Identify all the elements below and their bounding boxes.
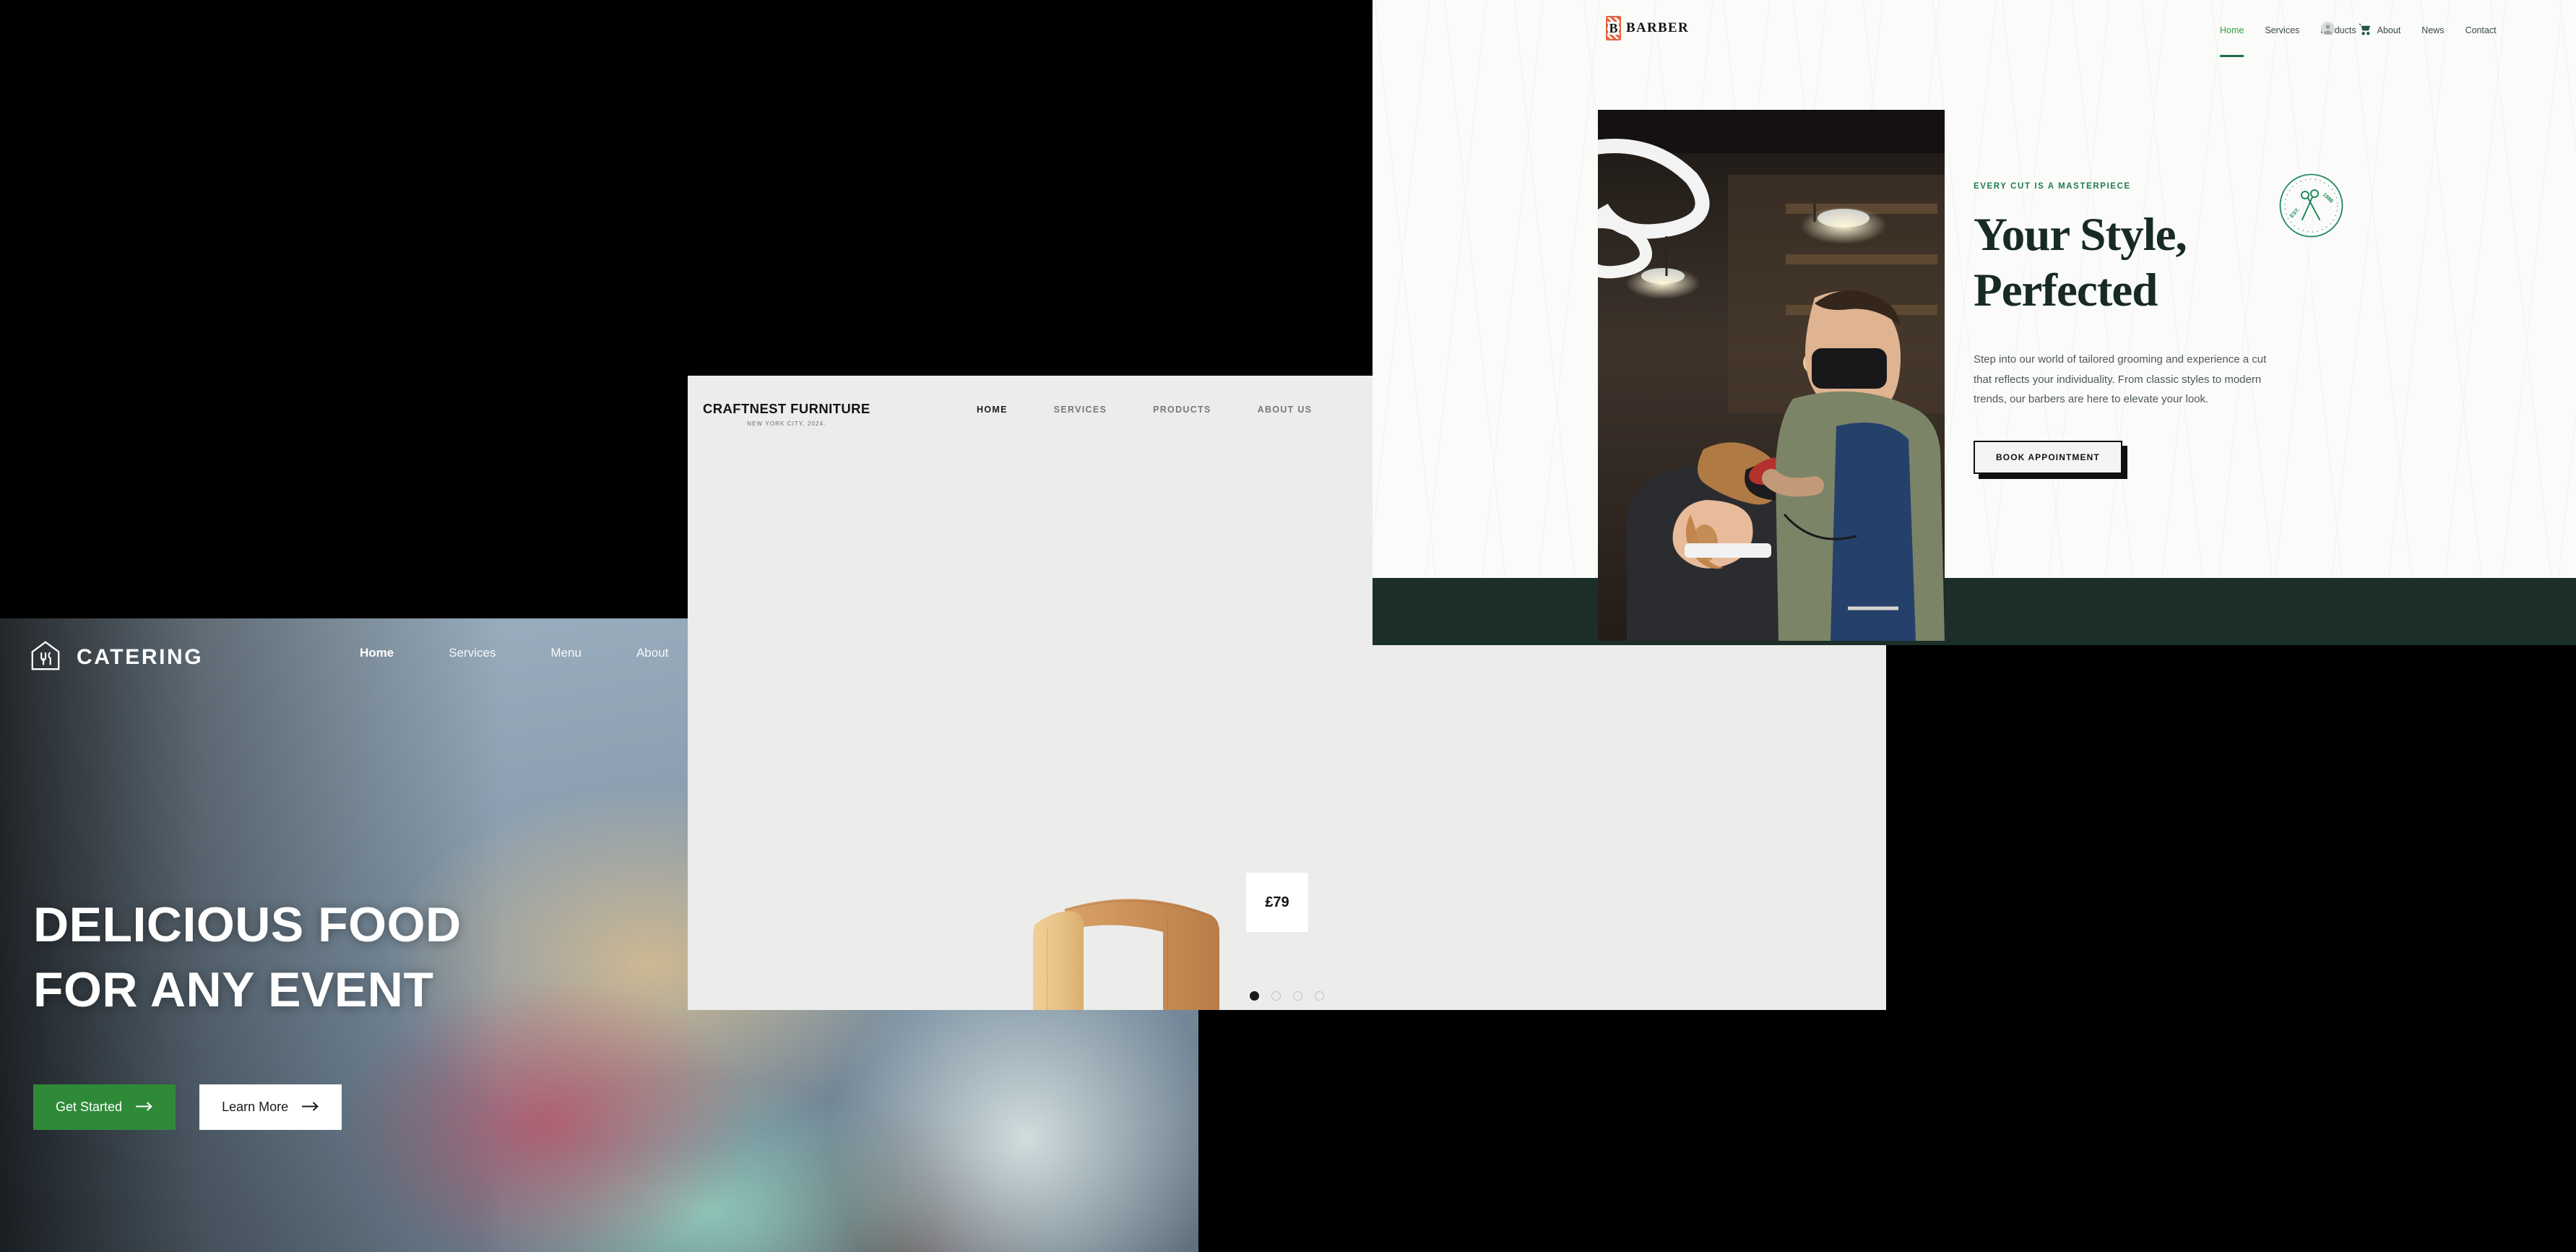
arrow-right-icon (302, 1100, 319, 1115)
furniture-brand-subtitle: NEW YORK CITY, 2024. (747, 420, 826, 427)
carousel-dot-3[interactable] (1293, 991, 1302, 1001)
furniture-nav-item-products[interactable]: PRODUCTS (1153, 405, 1211, 415)
user-account-icon[interactable] (2321, 22, 2335, 39)
get-started-label: Get Started (56, 1100, 123, 1114)
catering-nav-item-services[interactable]: Services (449, 646, 496, 660)
barber-hero-content: EVERY CUT IS A MASTERPIECE Your Style, P… (1974, 182, 2378, 480)
barber-nav-item-news[interactable]: News (2421, 22, 2444, 38)
hero-headline: Your Style, Perfected (1974, 207, 2378, 318)
hero-headline-line-1: Your Style, (1974, 209, 2187, 261)
barber-nav-item-home[interactable]: Home (2220, 22, 2244, 57)
furniture-nav-item-services[interactable]: SERVICES (1054, 405, 1107, 415)
furniture-nav-menu: HOME SERVICES PRODUCTS ABOUT US (977, 405, 1312, 415)
furniture-nav-item-home[interactable]: HOME (977, 405, 1008, 415)
barber-hero-photo (1598, 110, 1945, 641)
catering-nav-menu: Home Services Menu About (360, 646, 668, 660)
carousel-dots (688, 991, 1886, 1001)
product-price-badge: £79 (1246, 873, 1308, 932)
catering-headline-line-2: FOR ANY EVENT (33, 962, 434, 1017)
hero-bottom-band (1373, 578, 2576, 645)
barber-nav-item-about[interactable]: About (2377, 22, 2401, 38)
catering-headline-line-1: DELICIOUS FOOD (33, 897, 462, 952)
house-with-cutlery-icon (29, 639, 62, 675)
catering-nav-item-menu[interactable]: Menu (550, 646, 582, 660)
book-appointment-label: BOOK APPOINTMENT (1974, 441, 2122, 475)
barber-pole-icon: B (1606, 16, 1621, 40)
furniture-logo[interactable]: CRAFTNEST FURNITURE NEW YORK CITY, 2024. (703, 401, 870, 427)
catering-cta-group: Get Started Learn More (33, 1084, 342, 1130)
catering-nav-item-about[interactable]: About (636, 646, 668, 660)
hero-headline-line-2: Perfected (1974, 264, 2158, 316)
barber-nav-item-services[interactable]: Services (2265, 22, 2299, 38)
catering-headline: DELICIOUS FOOD FOR ANY EVENT (33, 893, 462, 1023)
hero-paragraph: Step into our world of tailored grooming… (1974, 353, 2267, 405)
catering-logo[interactable]: CATERING (29, 639, 203, 675)
learn-more-button[interactable]: Learn More (199, 1084, 342, 1130)
shopping-cart-icon[interactable] (2358, 22, 2372, 39)
carousel-dot-1[interactable] (1250, 991, 1259, 1001)
barber-brand-name: BARBER (1626, 20, 1689, 35)
barber-nav-item-contact[interactable]: Contact (2465, 22, 2497, 38)
barber-navbar: B BARBER Home Services Products About Ne… (1373, 0, 2576, 61)
catering-brand-name: CATERING (77, 644, 204, 669)
hero-eyebrow: EVERY CUT IS A MASTERPIECE (1974, 182, 2131, 191)
barber-logo[interactable]: B BARBER (1606, 16, 1689, 40)
book-appointment-button[interactable]: BOOK APPOINTMENT (1974, 441, 2127, 480)
carousel-dot-4[interactable] (1315, 991, 1324, 1001)
furniture-brand-name: CRAFTNEST FURNITURE (703, 401, 870, 416)
barber-website-window[interactable]: B BARBER Home Services Products About Ne… (1373, 0, 2576, 645)
get-started-button[interactable]: Get Started (33, 1084, 176, 1130)
carousel-dot-2[interactable] (1271, 991, 1281, 1001)
catering-nav-item-home[interactable]: Home (360, 646, 394, 660)
barber-nav-icons (2321, 0, 2372, 61)
arrow-right-icon (136, 1100, 153, 1115)
learn-more-label: Learn More (222, 1100, 289, 1114)
furniture-nav-item-about-us[interactable]: ABOUT US (1258, 405, 1313, 415)
